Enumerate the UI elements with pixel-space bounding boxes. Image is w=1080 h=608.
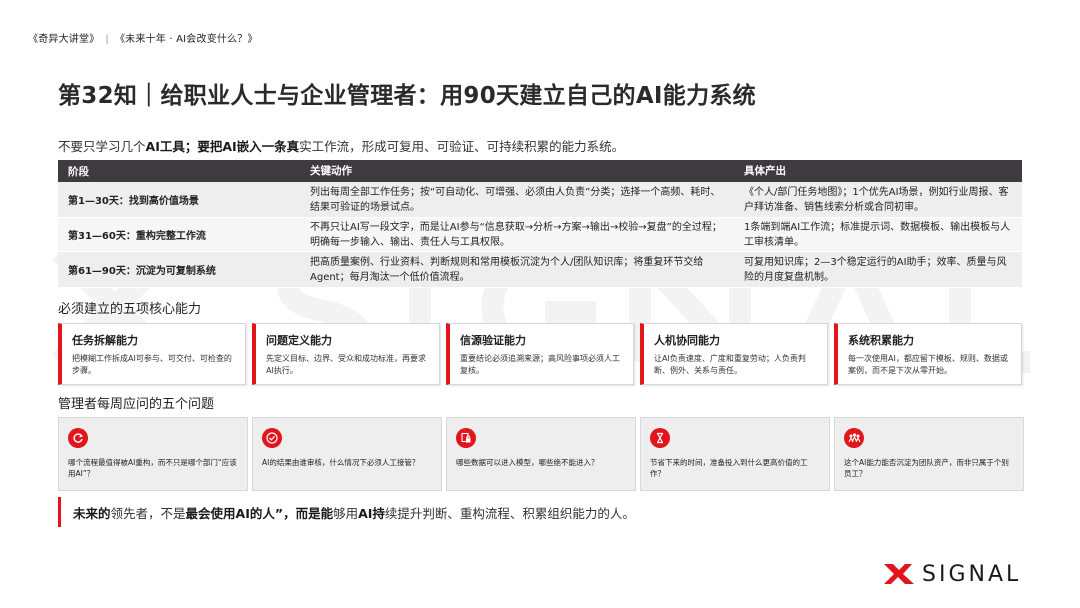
header-topic: 《未来十年 · AI会改变什么？》 (114, 34, 258, 45)
question-card: AI的结果由谁审核，什么情况下必须人工接管？ (252, 417, 442, 491)
header-action: 关键动作 (310, 164, 352, 177)
row-stage: 第31—60天：重构完整工作流 (68, 231, 206, 242)
capability-title: 问题定义能力 (266, 334, 332, 347)
quote-part4: 续提升判断、重构流程、积累组织能力的人。 (384, 505, 635, 521)
refresh-cycle-icon (68, 428, 88, 448)
table-header: 阶段 关键动作 具体产出 (58, 160, 1022, 182)
quote-part3: 够用 (333, 505, 359, 521)
question-card: 节省下来的时间，准备投入到什么更高价值的工作？ (640, 417, 830, 491)
table-row: 第61—90天：沉淀为可复制系统 把高质量案例、行业资料、判断规则和常用模板沉淀… (58, 252, 1022, 288)
page-title: 第32知｜给职业人士与企业管理者：用90天建立自己的AI能力系统 (58, 83, 756, 109)
subtitle-pre: 不要只学习几个 (58, 139, 146, 154)
x-logo-icon (884, 564, 914, 584)
capabilities-title: 必须建立的五项核心能力 (58, 302, 202, 317)
capability-desc: 每一次使用AI，都应留下模板、规则、数据或案例，而不是下次从零开始。 (848, 354, 1008, 375)
question-text: 这个AI能力能否沉淀为团队资产，而非只属于个别员工？ (844, 458, 1009, 478)
row-output: 可复用知识库；2—3个稳定运行的AI助手；效率、质量与风险的月度复盘机制。 (744, 256, 1007, 283)
questions-list: 哪个流程最值得被AI重构，而不只是哪个部门“应该用AI”？ AI的结果由谁审核，… (58, 417, 1024, 491)
subtitle-bold: AI工具；要把AI嵌入一条真 (145, 139, 300, 154)
table-row: 第31—60天：重构完整工作流 不再只让AI写一段文字，而是让AI参与“信息获取… (58, 218, 1022, 252)
plan-table: 阶段 关键动作 具体产出 第1—30天：找到高价值场景 列出每周全部工作任务；按… (58, 160, 1022, 288)
capability-card: 问题定义能力 先定义目标、边界、受众和成功标准，再要求AI执行。 (252, 323, 440, 385)
header-output: 具体产出 (744, 164, 786, 177)
check-circle-icon (262, 428, 282, 448)
question-text: 哪些数据可以进入模型，哪些绝不能进入？ (456, 458, 599, 467)
signal-logo: SIGNAL (882, 560, 1056, 588)
capability-title: 任务拆解能力 (72, 334, 138, 347)
row-output: 1条端到端AI工作流；标准提示词、数据模板、输出模板与人工审核清单。 (744, 221, 1011, 248)
page-subtitle: 不要只学习几个AI工具；要把AI嵌入一条真实工作流，形成可复用、可验证、可持续积… (58, 136, 624, 155)
logo-text: SIGNAL (922, 561, 1022, 587)
row-action: 把高质量案例、行业资料、判断规则和常用模板沉淀为个人/团队知识库；将重复环节交给… (310, 256, 704, 283)
capability-card: 人机协同能力 让AI负责速度、广度和重复劳动；人负责判断、例外、关系与责任。 (640, 323, 828, 385)
capability-title: 系统积累能力 (848, 334, 914, 347)
header-separator: | (105, 34, 109, 45)
capability-title: 人机协同能力 (654, 334, 720, 347)
row-action: 列出每周全部工作任务；按“可自动化、可增强、必须由人负责”分类；选择一个高频、耗… (310, 186, 721, 213)
quote-bold1: 最会使用AI的人”，而是能 (185, 505, 334, 521)
question-card: 哪些数据可以进入模型，哪些绝不能进入？ (446, 417, 636, 491)
capability-desc: 重要结论必须追溯来源；高风险事项必须人工复核。 (460, 354, 620, 375)
capability-card: 任务拆解能力 把模糊工作拆成AI可参与、可交付、可检查的步骤。 (58, 323, 246, 385)
header-stage: 阶段 (68, 165, 89, 178)
question-card: 这个AI能力能否沉淀为团队资产，而非只属于个别员工？ (834, 417, 1024, 491)
row-stage: 第1—30天：找到高价值场景 (68, 196, 199, 207)
capability-card: 信源验证能力 重要结论必须追溯来源；高风险事项必须人工复核。 (446, 323, 634, 385)
question-card: 哪个流程最值得被AI重构，而不只是哪个部门“应该用AI”？ (58, 417, 248, 491)
hourglass-icon (650, 428, 670, 448)
row-output: 《个人/部门任务地图》；1个优先AI场景，例如行业周报、客户拜访准备、销售线索分… (744, 186, 1009, 213)
header-series: 《奇异大讲堂》 (28, 34, 100, 45)
data-lock-icon (456, 428, 476, 448)
capability-desc: 让AI负责速度、广度和重复劳动；人负责判断、例外、关系与责任。 (654, 354, 806, 375)
quote-part1: 未来的 (73, 505, 111, 521)
questions-title: 管理者每周应问的五个问题 (58, 397, 215, 412)
row-action: 不再只让AI写一段文字，而是让AI参与“信息获取→分析→方案→输出→校验→复盘”… (310, 221, 722, 248)
question-text: 哪个流程最值得被AI重构，而不只是哪个部门“应该用AI”？ (68, 458, 237, 478)
header-breadcrumb: 《奇异大讲堂》 | 《未来十年 · AI会改变什么？》 (28, 30, 258, 45)
capability-desc: 把模糊工作拆成AI可参与、可交付、可检查的步骤。 (72, 354, 232, 375)
closing-quote: 未来的 领先者，不是 最会使用AI的人”，而是能 够用 AI持 续提升判断、重构流程、积累… (58, 497, 698, 527)
capability-title: 信源验证能力 (460, 334, 526, 347)
team-network-icon (844, 428, 864, 448)
subtitle-post: 实工作流，形成可复用、可验证、可持续积累的能力系统。 (299, 139, 625, 154)
row-stage: 第61—90天：沉淀为可复制系统 (68, 266, 216, 277)
capabilities-list: 任务拆解能力 把模糊工作拆成AI可参与、可交付、可检查的步骤。 问题定义能力 先… (58, 323, 1022, 385)
quote-part2: 领先者，不是 (110, 505, 186, 521)
capability-card: 系统积累能力 每一次使用AI，都应留下模板、规则、数据或案例，而不是下次从零开始… (834, 323, 1022, 385)
table-row: 第1—30天：找到高价值场景 列出每周全部工作任务；按“可自动化、可增强、必须由… (58, 182, 1022, 218)
capability-desc: 先定义目标、边界、受众和成功标准，再要求AI执行。 (266, 354, 426, 375)
question-text: AI的结果由谁审核，什么情况下必须人工接管？ (262, 458, 420, 467)
question-text: 节省下来的时间，准备投入到什么更高价值的工作？ (650, 458, 808, 478)
quote-bold2: AI持 (358, 505, 385, 521)
